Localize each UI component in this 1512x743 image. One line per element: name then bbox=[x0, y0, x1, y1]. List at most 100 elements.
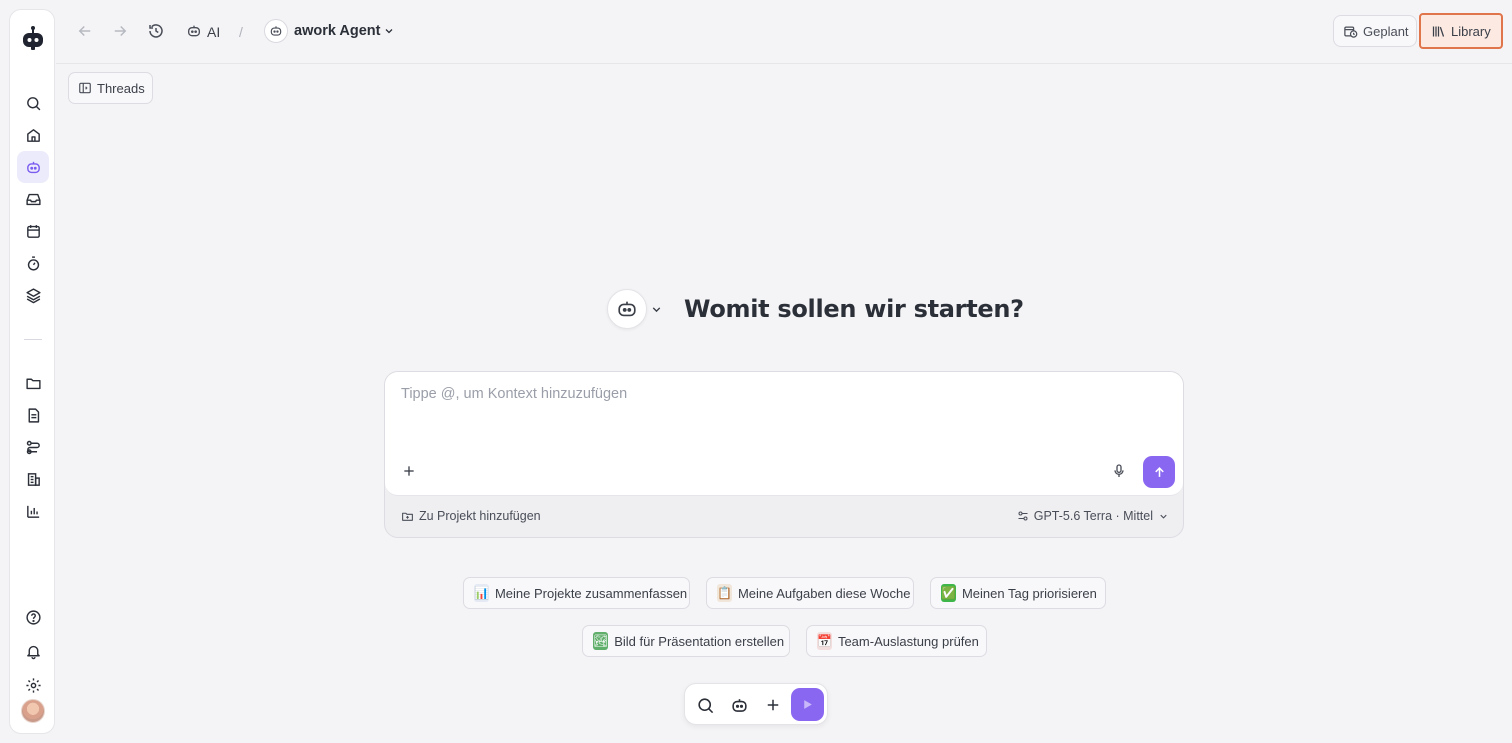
timer-icon bbox=[27, 255, 39, 271]
sidebar-item-layers[interactable] bbox=[17, 279, 49, 311]
inbox-icon bbox=[25, 193, 41, 205]
calendar-icon bbox=[26, 224, 40, 238]
building-icon bbox=[27, 472, 40, 486]
plus-icon bbox=[404, 466, 414, 476]
agent-avatar bbox=[264, 19, 288, 43]
dock-search-button[interactable] bbox=[693, 693, 717, 717]
composer bbox=[385, 372, 1183, 496]
suggestion-label: Bild für Präsentation erstellen bbox=[614, 633, 785, 649]
agent-icon bbox=[26, 161, 40, 173]
suggestion-chip[interactable]: 📋 Meine Aufgaben diese Woche bbox=[706, 577, 914, 609]
chevron-down-icon[interactable] bbox=[383, 25, 395, 37]
sidebar-panel-icon bbox=[79, 82, 91, 94]
breadcrumb-ai[interactable]: AI bbox=[207, 24, 220, 40]
chevron-down-icon[interactable] bbox=[650, 303, 663, 316]
suggestion-chip[interactable]: ✅ Meinen Tag priorisieren bbox=[930, 577, 1106, 609]
sidebar-item-projects[interactable] bbox=[17, 367, 49, 399]
sidebar-item-reports[interactable] bbox=[17, 495, 49, 527]
agent-icon bbox=[618, 301, 636, 317]
sidebar-item-timer[interactable] bbox=[17, 247, 49, 279]
breadcrumb-separator: / bbox=[239, 24, 243, 40]
dock-play-button[interactable] bbox=[791, 688, 824, 721]
sidebar-item-companies[interactable] bbox=[17, 463, 49, 495]
chart-icon bbox=[26, 505, 39, 518]
suggestion-chip[interactable]: 📊 Meine Projekte zusammenfassen bbox=[463, 577, 690, 609]
folder-icon bbox=[25, 378, 41, 389]
microphone-icon bbox=[1114, 464, 1124, 477]
sidebar-item-search[interactable] bbox=[17, 87, 49, 119]
dock-add-button[interactable] bbox=[761, 693, 785, 717]
agent-icon bbox=[731, 698, 747, 712]
sidebar-item-settings[interactable] bbox=[17, 669, 49, 701]
check-mark-emoji-icon: ✅ bbox=[941, 584, 956, 602]
suggestion-label: Meine Projekte zusammenfassen bbox=[494, 585, 688, 601]
send-button[interactable] bbox=[1143, 456, 1175, 488]
crumb-ai-icon[interactable] bbox=[186, 23, 202, 39]
bell-icon bbox=[26, 645, 40, 659]
picture-emoji-icon: 🏞 bbox=[593, 632, 609, 650]
sidebar-item-workflows[interactable] bbox=[17, 431, 49, 463]
sidebar-item-documents[interactable] bbox=[17, 399, 49, 431]
library-label: Library bbox=[1451, 23, 1491, 39]
sliders-icon bbox=[1018, 511, 1028, 521]
threads-toggle-button[interactable]: Threads bbox=[68, 72, 153, 104]
sidebar-item-home[interactable] bbox=[17, 119, 49, 151]
sidebar-item-calendar[interactable] bbox=[17, 215, 49, 247]
plus-icon bbox=[767, 699, 779, 711]
top-bar: AI / awork Agent Geplant Library bbox=[56, 0, 1512, 64]
sidebar-divider bbox=[24, 339, 42, 340]
workflow-icon bbox=[26, 440, 40, 454]
robot-logo-icon[interactable] bbox=[20, 25, 46, 51]
chevron-down-icon bbox=[1160, 514, 1167, 519]
arrow-left-icon bbox=[78, 25, 91, 37]
avatar[interactable] bbox=[21, 699, 45, 723]
forward-button[interactable] bbox=[111, 22, 129, 40]
scheduled-label: Geplant bbox=[1363, 23, 1409, 39]
sidebar-item-agent[interactable] bbox=[17, 151, 49, 183]
play-icon bbox=[804, 700, 812, 709]
bar-chart-emoji-icon: 📊 bbox=[474, 584, 489, 602]
arrow-up-icon bbox=[1154, 466, 1164, 477]
history-button[interactable] bbox=[147, 22, 165, 40]
calendar-emoji-icon: 📅 bbox=[817, 632, 832, 650]
sidebar-item-help[interactable] bbox=[17, 601, 49, 633]
calendar-clock-icon bbox=[1344, 26, 1358, 38]
model-label: GPT-5.6 Terra · Mittel bbox=[1033, 509, 1153, 523]
dock-agent-button[interactable] bbox=[727, 693, 751, 717]
agent-selector[interactable]: awork Agent bbox=[294, 23, 380, 39]
clipboard-emoji-icon: 📋 bbox=[717, 584, 732, 602]
layers-icon bbox=[25, 287, 41, 303]
suggestion-chip[interactable]: 🏞 Bild für Präsentation erstellen bbox=[582, 625, 790, 657]
add-to-project-button[interactable]: Zu Projekt hinzufügen bbox=[401, 509, 541, 523]
sidebar bbox=[9, 9, 55, 734]
page-title: Womit sollen wir starten? bbox=[684, 295, 1024, 323]
prompt-input[interactable] bbox=[401, 386, 1161, 402]
folder-plus-icon bbox=[402, 512, 413, 521]
agent-icon bbox=[188, 25, 200, 37]
scheduled-button[interactable]: Geplant bbox=[1333, 15, 1417, 47]
suggestion-label: Meine Aufgaben diese Woche bbox=[737, 585, 911, 601]
arrow-right-icon bbox=[114, 25, 127, 37]
library-button[interactable]: Library bbox=[1419, 13, 1503, 49]
suggestion-label: Team-Auslastung prüfen bbox=[837, 633, 979, 649]
voice-input-button[interactable] bbox=[1111, 463, 1127, 479]
add-to-project-label: Zu Projekt hinzufügen bbox=[419, 509, 541, 523]
sidebar-item-notifications[interactable] bbox=[17, 635, 49, 667]
document-icon bbox=[28, 407, 39, 423]
attach-button[interactable] bbox=[401, 463, 417, 479]
library-icon bbox=[1432, 26, 1445, 37]
composer-container: Zu Projekt hinzufügen GPT-5.6 Terra · Mi… bbox=[384, 371, 1184, 538]
agent-icon bbox=[270, 26, 282, 36]
home-icon bbox=[26, 128, 40, 142]
threads-label: Threads bbox=[97, 80, 145, 96]
agent-picker-button[interactable] bbox=[607, 289, 647, 329]
sidebar-item-inbox[interactable] bbox=[17, 183, 49, 215]
back-button[interactable] bbox=[76, 22, 94, 40]
suggestion-label: Meinen Tag priorisieren bbox=[961, 585, 1097, 601]
bottom-dock bbox=[684, 683, 828, 725]
model-selector[interactable]: GPT-5.6 Terra · Mittel bbox=[1017, 509, 1169, 523]
search-icon bbox=[697, 697, 713, 713]
history-icon bbox=[149, 24, 163, 38]
suggestion-chip[interactable]: 📅 Team-Auslastung prüfen bbox=[806, 625, 987, 657]
help-icon bbox=[25, 609, 41, 625]
